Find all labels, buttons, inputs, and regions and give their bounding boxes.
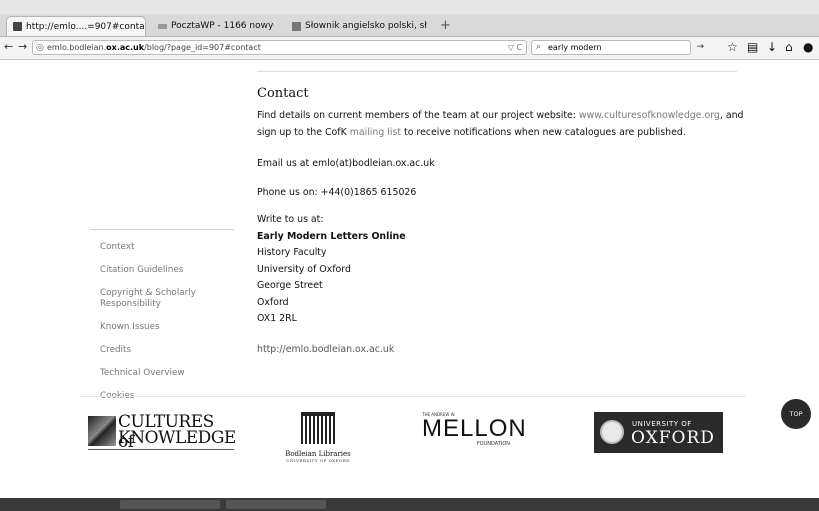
site-url[interactable]: http://emlo.bodleian.ox.ac.uk [257, 344, 394, 355]
navigation-bar: ← → ◎ emlo.bodleian.ox.ac.uk/blog/?page_… [0, 37, 819, 60]
oxford-crest-icon [600, 420, 624, 444]
search-go-icon[interactable]: → [696, 41, 704, 54]
sidebar-item-citation-guidelines[interactable]: Citation Guidelines [100, 265, 240, 276]
taskbar-item[interactable] [226, 500, 326, 509]
search-value: early modern [548, 43, 602, 52]
search-icon: ⌕ [536, 42, 542, 52]
page-content: Contact Find details on current members … [0, 60, 819, 498]
sidebar-item-context[interactable]: Context [100, 242, 240, 253]
globe-icon: ◎ [36, 43, 44, 53]
search-input[interactable]: ⌕ early modern → [531, 40, 704, 55]
bodleian-libraries-logo[interactable]: Bodleian Libraries UNIVERSITY OF OXFORD [282, 412, 354, 466]
logo-divider [80, 396, 746, 397]
page-icon [13, 22, 22, 31]
oxford-logo-text: OXFORD [631, 428, 715, 448]
bodleian-logo-text: Bodleian Libraries [285, 450, 351, 458]
website-link[interactable]: www.culturesofknowledge.org [579, 110, 720, 121]
mail-icon [158, 23, 167, 29]
sidebar-item-copyright[interactable]: Copyright & Scholarly Responsibility [100, 288, 210, 310]
back-to-top-button[interactable]: TOP [781, 399, 811, 429]
tab-label: PocztaWP - 1166 nowych [171, 21, 274, 31]
bodleian-building-icon [301, 412, 335, 444]
home-icon[interactable]: ⌂ [785, 40, 793, 54]
cofk-underline [88, 449, 234, 450]
address-line: OX1 2RL [257, 313, 297, 324]
download-icon[interactable]: ↓ [767, 40, 777, 54]
sidebar-item-known-issues[interactable]: Known Issues [100, 322, 240, 333]
url-bar[interactable]: ◎ emlo.bodleian.ox.ac.uk/blog/?page_id=9… [32, 40, 527, 55]
tab-bar: http://emlo....=907#contact × PocztaWP -… [0, 14, 819, 37]
address-name: Early Modern Letters Online [257, 230, 406, 242]
forward-icon[interactable]: → [18, 40, 27, 53]
taskbar-item[interactable] [120, 500, 220, 509]
cultures-of-knowledge-logo[interactable]: CULTURES of KNOWLEDGE [88, 412, 236, 454]
university-of-oxford-logo[interactable]: UNIVERSITY OF OXFORD [594, 412, 723, 453]
new-tab-icon[interactable]: + [440, 18, 451, 33]
address-line: University of Oxford [257, 263, 351, 275]
cofk-logo-text: KNOWLEDGE [118, 428, 236, 448]
page-title: Contact [257, 86, 309, 101]
intro-paragraph: Find details on current members of the t… [257, 110, 744, 138]
tab-slownik[interactable]: Słownik angielsko polski, sł... × [286, 16, 428, 36]
divider [257, 71, 737, 72]
cofk-emblem-icon [88, 416, 116, 446]
sidebar-item-credits[interactable]: Credits [100, 345, 240, 356]
sidebar-divider [90, 229, 234, 230]
sidebar-item-technical-overview[interactable]: Technical Overview [100, 368, 240, 379]
mellon-logo-text: MELLON [422, 415, 527, 442]
postal-address: Write to us at: Early Modern Letters Onl… [257, 212, 406, 328]
email-line: Email us at emlo(at)bodleian.ox.ac.uk [257, 158, 435, 169]
phone-line: Phone us on: +44(0)1865 615026 [257, 187, 417, 198]
tab-emlo-contact[interactable]: http://emlo....=907#contact × [6, 16, 146, 36]
back-icon[interactable]: ← [4, 40, 13, 53]
dictionary-icon [292, 21, 301, 31]
chat-icon[interactable]: ● [803, 40, 813, 54]
address-line: History Faculty [257, 247, 327, 258]
sidebar-nav: Context Citation Guidelines Copyright & … [100, 242, 240, 414]
star-icon[interactable]: ☆ [727, 40, 738, 54]
mailing-list-link[interactable]: mailing list [350, 127, 401, 138]
tab-label: Słownik angielsko polski, sł... [305, 21, 428, 31]
address-label: Write to us at: [257, 214, 324, 225]
window-top-strip [0, 0, 819, 14]
os-taskbar [0, 498, 819, 511]
reload-icon[interactable]: ▽ C [508, 41, 522, 54]
bodleian-logo-subtext: UNIVERSITY OF OXFORD [286, 458, 350, 463]
mellon-foundation-logo[interactable]: THE ANDREW W. MELLON FOUNDATION [422, 412, 527, 462]
address-line: Oxford [257, 296, 289, 308]
tab-label: http://emlo....=907#contact [26, 21, 146, 32]
oxford-logo-small-text: UNIVERSITY OF [632, 420, 692, 428]
tab-poczta[interactable]: PocztaWP - 1166 nowych × [152, 16, 274, 36]
address-line: George Street [257, 280, 323, 291]
bookmarks-icon[interactable]: ▤ [747, 40, 758, 54]
url-text: emlo.bodleian.ox.ac.uk/blog/?page_id=907… [47, 43, 261, 52]
